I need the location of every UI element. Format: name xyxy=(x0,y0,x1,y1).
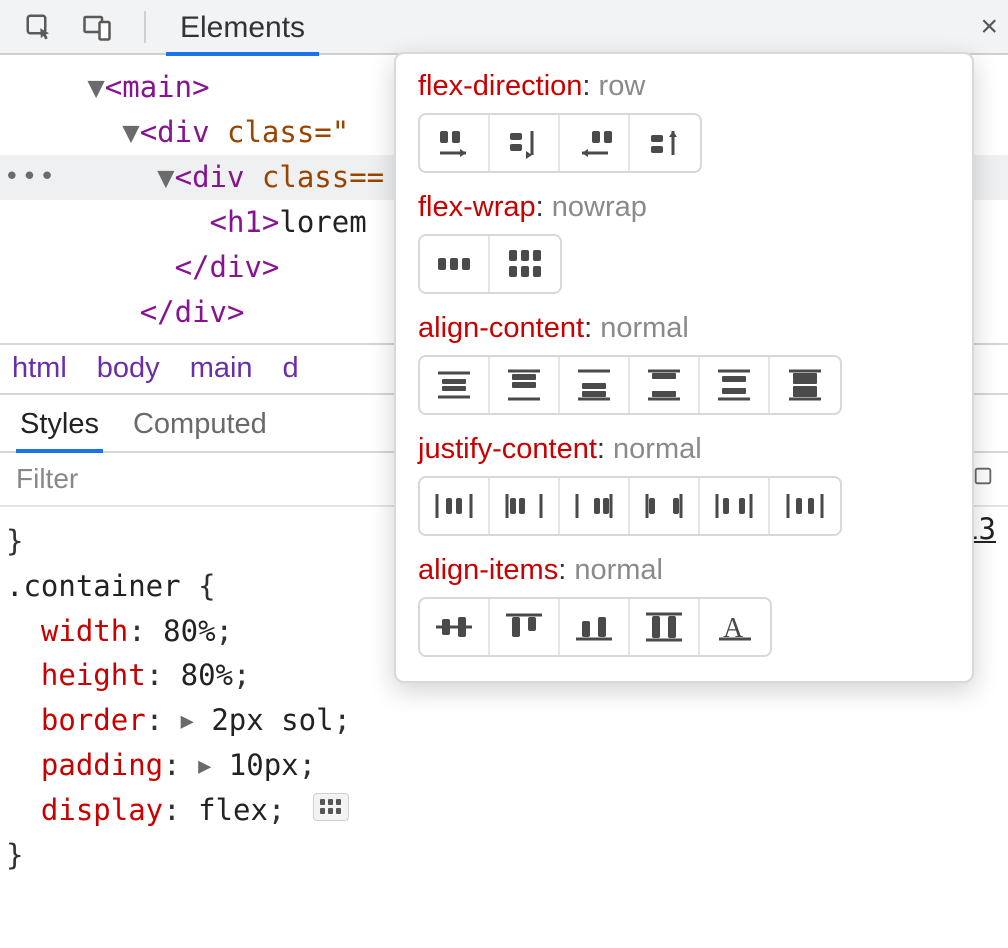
ac-start-icon[interactable] xyxy=(490,357,560,413)
breadcrumb-item[interactable]: html xyxy=(12,352,67,385)
ai-start-icon[interactable] xyxy=(490,599,560,655)
ac-around-icon[interactable] xyxy=(700,357,770,413)
flex-property-label: flex-wrap: nowrap xyxy=(418,191,952,224)
ai-baseline-icon[interactable]: A xyxy=(700,599,770,655)
breadcrumb-item[interactable]: main xyxy=(190,352,253,385)
css-declaration[interactable]: border: ▶ 2px sol; xyxy=(6,698,1002,743)
jc-end-icon[interactable] xyxy=(560,478,630,534)
fd-col-icon[interactable] xyxy=(490,115,560,171)
brace-close: } xyxy=(6,833,1002,878)
ac-center-icon[interactable] xyxy=(420,357,490,413)
close-icon[interactable]: × xyxy=(980,10,998,44)
flex-property-label: justify-content: normal xyxy=(418,433,952,466)
jc-evenly-icon[interactable] xyxy=(770,478,840,534)
flex-property-label: align-items: normal xyxy=(418,554,952,587)
jc-start-icon[interactable] xyxy=(490,478,560,534)
ai-center-icon[interactable] xyxy=(420,599,490,655)
flex-option-group xyxy=(418,355,842,415)
ac-end-icon[interactable] xyxy=(560,357,630,413)
flex-editor-section: justify-content: normal xyxy=(418,433,952,536)
tab-styles[interactable]: Styles xyxy=(20,408,99,451)
flex-option-group xyxy=(418,234,562,294)
disclosure-triangle-icon[interactable]: ▼ xyxy=(122,115,139,149)
flex-option-group: A xyxy=(418,597,772,657)
ai-end-icon[interactable] xyxy=(560,599,630,655)
flex-option-group xyxy=(418,476,842,536)
fw-nowrap-icon[interactable] xyxy=(420,236,490,292)
flex-property-label: flex-direction: row xyxy=(418,70,952,103)
flex-editor-section: align-content: normal xyxy=(418,312,952,415)
fd-row-icon[interactable] xyxy=(420,115,490,171)
tab-elements[interactable]: Elements xyxy=(174,1,311,54)
flexbox-editor-popup: flex-direction: row flex-wrap: nowrap alig… xyxy=(394,52,974,683)
flex-editor-section: flex-direction: row xyxy=(418,70,952,173)
flex-editor-chip-icon[interactable] xyxy=(313,793,349,821)
breadcrumb-item[interactable]: d xyxy=(283,352,299,385)
toolbar-separator xyxy=(144,11,146,43)
flex-editor-section: flex-wrap: nowrap xyxy=(418,191,952,294)
fd-rowrev-icon[interactable] xyxy=(560,115,630,171)
ac-between-icon[interactable] xyxy=(630,357,700,413)
breadcrumb-item[interactable]: body xyxy=(97,352,160,385)
jc-between-icon[interactable] xyxy=(630,478,700,534)
expand-triangle-icon[interactable]: ▶ xyxy=(198,750,211,784)
css-declaration[interactable]: padding: ▶ 10px; xyxy=(6,743,1002,788)
flex-editor-section: align-items: normal A xyxy=(418,554,952,657)
fw-wrap-icon[interactable] xyxy=(490,236,560,292)
flex-option-group xyxy=(418,113,702,173)
inspect-element-icon[interactable] xyxy=(20,8,58,46)
jc-around-icon[interactable] xyxy=(700,478,770,534)
css-declaration[interactable]: display: flex; xyxy=(6,788,1002,833)
flex-property-label: align-content: normal xyxy=(418,312,952,345)
overflow-icon[interactable]: ••• xyxy=(4,157,57,197)
ai-stretch-icon[interactable] xyxy=(630,599,700,655)
ac-stretch-icon[interactable] xyxy=(770,357,840,413)
devtools-toolbar: Elements × xyxy=(0,0,1008,55)
disclosure-triangle-icon[interactable]: ▼ xyxy=(157,160,174,194)
tab-computed[interactable]: Computed xyxy=(133,408,267,451)
expand-triangle-icon[interactable]: ▶ xyxy=(181,705,194,739)
jc-center-icon[interactable] xyxy=(420,478,490,534)
fd-colrev-icon[interactable] xyxy=(630,115,700,171)
disclosure-triangle-icon[interactable]: ▼ xyxy=(87,70,104,104)
device-toolbar-icon[interactable] xyxy=(78,8,116,46)
